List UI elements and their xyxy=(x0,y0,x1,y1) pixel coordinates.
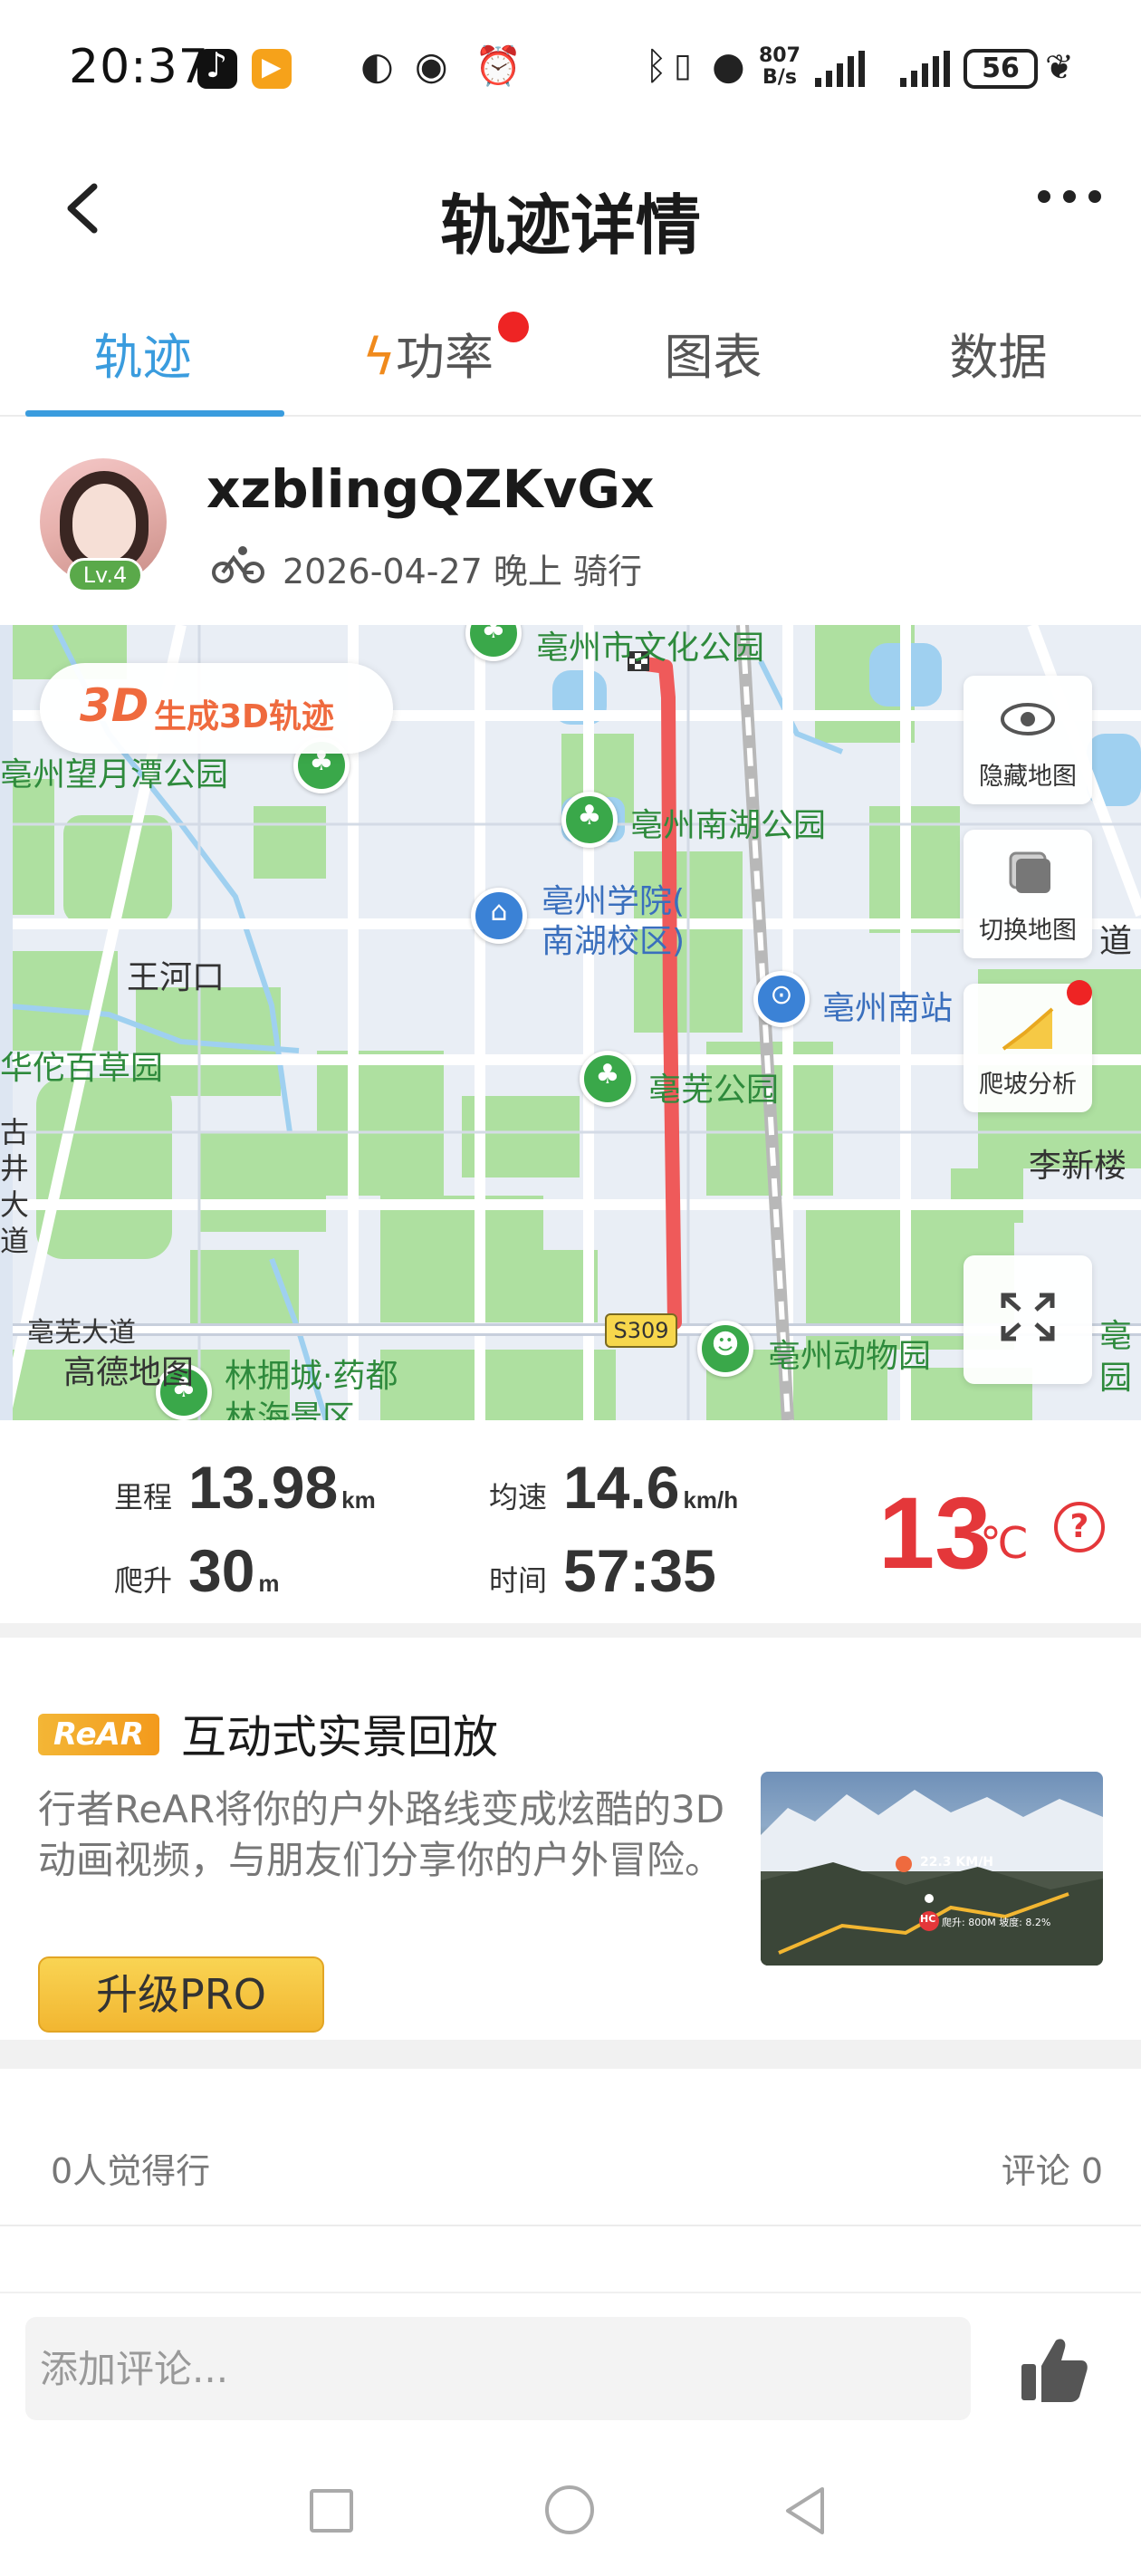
bike-icon xyxy=(212,546,264,583)
duration-value: 57:35 xyxy=(563,1537,716,1604)
zoo-icon[interactable]: ☻ xyxy=(697,1321,753,1377)
map-label: 亳州市文化公园 xyxy=(536,630,765,667)
ride-stats: 里程 13.98 km 均速 14.6 km/h 爬升 30 m 时间 57:35 1… xyxy=(0,1420,1141,1638)
signal-icon-2 xyxy=(900,51,954,87)
road-shield: S309 xyxy=(605,1313,677,1348)
route-map[interactable]: ♣ ♣ ♣ ⌂ ⊙ ♣ ☻ ♣ 亳州市文化公园 亳州望月潭公园 亳州南湖公园 亳… xyxy=(0,625,1141,1420)
temperature-value: 13 xyxy=(878,1476,992,1590)
map-label: 亳 xyxy=(1099,1318,1133,1355)
rear-description: 行者ReAR将你的户外路线变成炫酷的3D动画视频，与朋友们分享你的户外冒险。 xyxy=(38,1787,725,1882)
map-label: 华佗百草园 xyxy=(0,1050,164,1087)
social-summary: 0人觉得行 评论 0 xyxy=(0,2098,1141,2226)
tiktok-icon xyxy=(197,45,237,89)
bluetooth-icon: ᛒ xyxy=(645,43,668,88)
map-label: 李新楼 xyxy=(1029,1148,1127,1185)
hide-map-button[interactable]: 隐藏地图 xyxy=(964,676,1092,804)
map-label: 亳芜公园 xyxy=(648,1072,780,1109)
leaf-icon: ❦ xyxy=(1045,47,1074,87)
comment-input[interactable] xyxy=(25,2317,971,2420)
rear-logo: ReAR xyxy=(38,1714,159,1755)
thumbs-up-icon[interactable] xyxy=(1018,2333,1090,2406)
rear-title: 互动式实景回放 xyxy=(181,1711,498,1764)
active-tab-indicator xyxy=(25,410,284,417)
map-label: 亳州南站 xyxy=(822,990,954,1027)
tab-chart[interactable]: 图表 xyxy=(570,308,856,417)
temperature-unit: ℃ xyxy=(980,1518,1029,1569)
map-label: 道 xyxy=(1099,923,1133,960)
climb-analysis-badge xyxy=(1067,980,1092,1005)
map-label: 园 xyxy=(1099,1360,1133,1397)
upgrade-pro-button[interactable]: 升级PRO xyxy=(38,1956,324,2033)
avg-speed-value: 14.6 km/h xyxy=(563,1454,739,1521)
distance-value: 13.98 km xyxy=(188,1454,376,1521)
distance-label: 里程 xyxy=(114,1480,173,1514)
tree-icon[interactable]: ♣ xyxy=(580,1051,636,1107)
map-label: 亳芜大道 xyxy=(27,1317,136,1349)
lightning-icon: ϟ xyxy=(362,328,396,387)
username[interactable]: xzblingQZKvGx xyxy=(206,458,654,520)
tab-bar: 轨迹 ϟ功率 图表 数据 xyxy=(0,308,1141,417)
level-badge: Lv.4 xyxy=(67,558,143,592)
generate-3d-track-button[interactable]: 3D 生成3D轨迹 xyxy=(40,663,393,754)
train-station-icon[interactable]: ⊙ xyxy=(753,971,810,1027)
status-bar: 20:37 ◐ ◉ ⏰ ᛒ ▯ ● 807 B/s 56 ❦ xyxy=(0,0,1141,136)
tree-icon[interactable]: ♣ xyxy=(561,792,618,848)
comments-count[interactable]: 评论 0 xyxy=(1002,2143,1103,2193)
signal-icon xyxy=(815,51,869,87)
rear-preview-thumbnail[interactable]: 22.3 KM/H HC 爬升: 800M 坡度: 8.2% xyxy=(761,1772,1103,1966)
app-header: 轨迹详情 xyxy=(0,136,1141,290)
map-label: 亳州南湖公园 xyxy=(630,807,827,844)
more-icon[interactable] xyxy=(1038,190,1101,203)
likes-text[interactable]: 0人觉得行 xyxy=(51,2143,210,2193)
eye-icon: ◉ xyxy=(415,43,448,88)
comment-bar xyxy=(0,2292,1141,2427)
play-icon xyxy=(252,49,292,89)
location-icon: ● xyxy=(712,43,745,88)
avg-speed-label: 均速 xyxy=(489,1480,548,1514)
map-label: 林海景区 xyxy=(225,1399,356,1420)
fullscreen-button[interactable] xyxy=(964,1255,1092,1384)
tab-power-badge xyxy=(498,312,529,342)
user-info: Lv.4 xzblingQZKvGx 2026-04-27 晚上 骑行 xyxy=(0,426,1141,625)
system-back-button[interactable] xyxy=(781,2485,829,2536)
slope-icon xyxy=(1002,1007,1054,1051)
map-label: 林拥城·药都 xyxy=(225,1358,398,1395)
thumb-stats: 爬升: 800M 坡度: 8.2% xyxy=(942,1917,1051,1928)
battery-icon: 56 xyxy=(964,49,1038,89)
network-speed: 807 B/s xyxy=(759,44,801,89)
map-label: 南湖校区) xyxy=(542,923,686,960)
recent-apps-button[interactable] xyxy=(310,2489,353,2533)
eye-icon xyxy=(1001,703,1055,735)
tab-track[interactable]: 轨迹 xyxy=(0,308,285,417)
thumb-badge: HC xyxy=(920,1913,936,1925)
vpn-icon: ◐ xyxy=(360,43,394,88)
help-icon[interactable]: ? xyxy=(1054,1502,1105,1552)
thumb-speed: 22.3 KM/H xyxy=(920,1855,994,1870)
map-label: 古井大道 xyxy=(0,1115,30,1258)
alarm-icon: ⏰ xyxy=(475,43,523,88)
system-nav-bar xyxy=(0,2446,1141,2576)
fullscreen-icon xyxy=(1001,1293,1055,1341)
climb-label: 爬升 xyxy=(114,1563,173,1598)
page-title: 轨迹详情 xyxy=(439,187,701,264)
home-button[interactable] xyxy=(545,2485,594,2534)
vibrate-icon: ▯ xyxy=(674,47,692,84)
map-label: 亳州动物园 xyxy=(768,1338,932,1375)
rear-promo: ReAR 互动式实景回放 行者ReAR将你的户外路线变成炫酷的3D动画视频，与朋… xyxy=(0,1652,1141,2069)
switch-map-button[interactable]: 切换地图 xyxy=(964,830,1092,958)
ride-meta: 2026-04-27 晚上 骑行 xyxy=(283,552,642,591)
status-time: 20:37 xyxy=(69,40,209,94)
map-label: 高德地图 xyxy=(63,1354,195,1391)
tab-data[interactable]: 数据 xyxy=(856,308,1141,417)
map-label: 王河口 xyxy=(127,959,225,996)
school-icon[interactable]: ⌂ xyxy=(471,888,527,944)
climb-value: 30 m xyxy=(188,1537,280,1604)
duration-label: 时间 xyxy=(489,1563,548,1598)
map-label: 亳州望月潭公园 xyxy=(0,756,229,793)
layers-icon xyxy=(1009,851,1050,893)
